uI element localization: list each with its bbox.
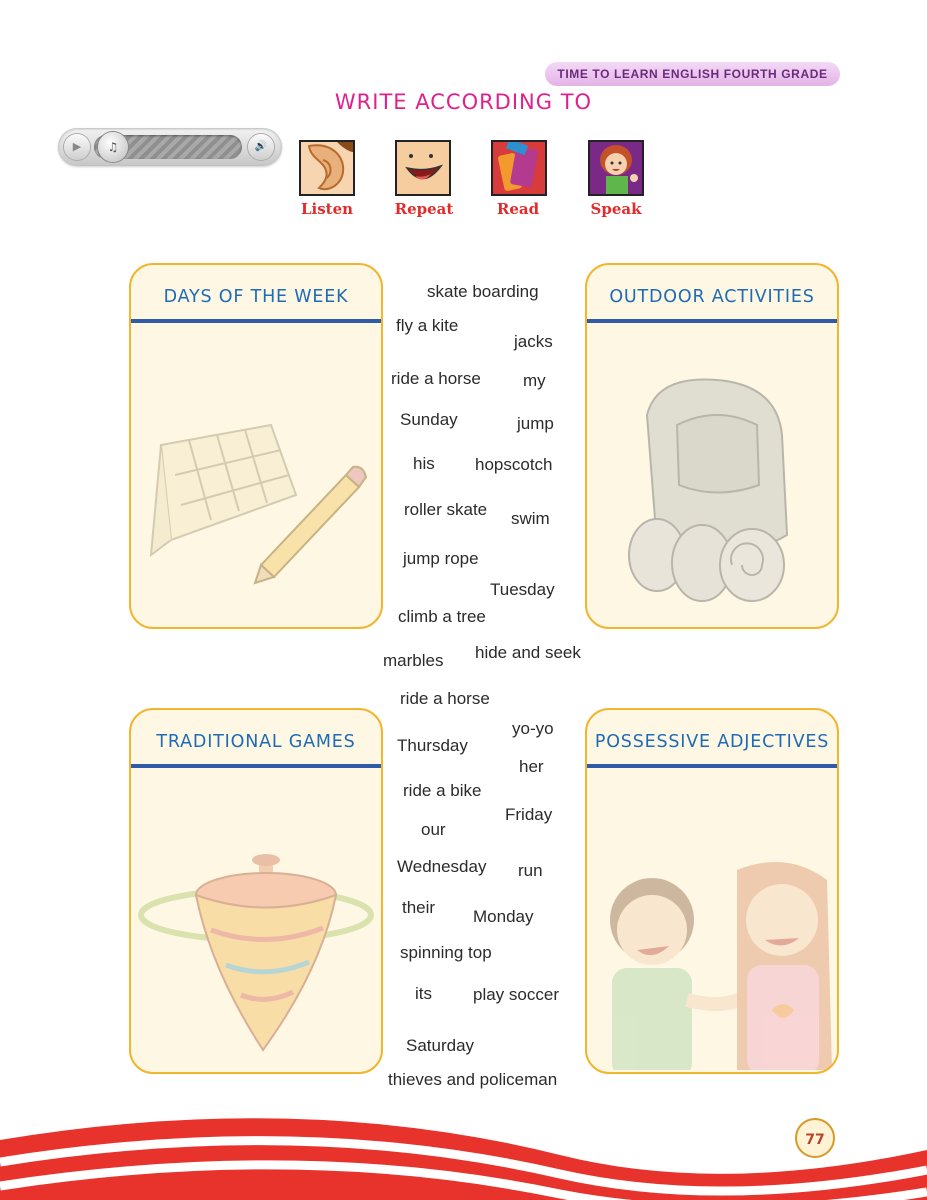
page-title: WRITE ACCORDING TO (334, 90, 593, 114)
play-icon[interactable]: ▶ (64, 134, 90, 160)
card-title: DAYS OF THE WEEK (163, 287, 349, 307)
card-divider (587, 319, 837, 323)
word-item: his (413, 454, 435, 473)
word-item: her (519, 757, 544, 776)
word-item: skate boarding (427, 282, 539, 301)
word-item: thieves and policeman (388, 1070, 558, 1089)
card-title: POSSESSIVE ADJECTIVES (594, 732, 830, 752)
word-item: Thursday (397, 736, 468, 755)
boy-girl-icon (587, 770, 837, 1072)
activity-label-listen: Listen (300, 200, 354, 218)
word-item: jacks (514, 332, 553, 351)
card-possessive-adjectives[interactable]: POSSESSIVE ADJECTIVES (585, 708, 839, 1074)
word-item: roller skate (404, 500, 488, 519)
mouth-icon (395, 140, 451, 196)
backpack-icon (587, 325, 837, 627)
card-days-of-the-week[interactable]: DAYS OF THE WEEK (129, 263, 383, 629)
activity-label-read: Read (496, 200, 540, 218)
card-title: OUTDOOR ACTIVITIES (609, 287, 815, 307)
activity-label-repeat: Repeat (394, 200, 454, 218)
ear-icon (299, 140, 355, 196)
card-divider (587, 764, 837, 768)
word-item: our (421, 820, 446, 839)
decorative-wave (0, 1118, 927, 1200)
word-item: its (415, 984, 432, 1003)
word-item: ride a bike (403, 781, 482, 800)
word-item: yo-yo (512, 719, 554, 738)
card-divider (131, 764, 381, 768)
book-title-badge: TIME TO LEARN ENGLISH FOURTH GRADE (545, 62, 840, 86)
word-item: play soccer (473, 985, 559, 1004)
word-item: run (518, 861, 543, 880)
card-divider (131, 319, 381, 323)
book-icon (491, 138, 547, 196)
word-item: hide and seek (475, 643, 581, 662)
audio-progress-knob[interactable]: ♫ (98, 132, 128, 162)
word-item: hopscotch (475, 455, 553, 474)
word-item: jump rope (403, 549, 479, 568)
card-title: TRADITIONAL GAMES (156, 732, 356, 752)
word-item: jump (517, 414, 554, 433)
volume-icon[interactable]: 🔊 (248, 134, 274, 160)
girl-speaking-icon (588, 140, 644, 196)
page-number: 77 (795, 1118, 835, 1158)
audio-player: ▶ ♫ 🔊 (58, 128, 282, 166)
card-traditional-games[interactable]: TRADITIONAL GAMES (129, 708, 383, 1074)
word-item: marbles (383, 651, 444, 670)
word-item: my (523, 371, 546, 390)
word-item: spinning top (400, 943, 492, 962)
spinning-top-icon (131, 770, 381, 1072)
word-item: Friday (505, 805, 553, 824)
card-outdoor-activities[interactable]: OUTDOOR ACTIVITIES (585, 263, 839, 629)
word-item: their (402, 898, 436, 917)
calendar-pencil-icon (131, 325, 381, 627)
activity-label-speak: Speak (590, 200, 642, 218)
word-item: Monday (473, 907, 534, 926)
word-item: Wednesday (397, 857, 487, 876)
word-item: fly a kite (396, 316, 459, 335)
word-item: Sunday (400, 410, 458, 429)
word-item: climb a tree (398, 607, 486, 626)
word-item: ride a horse (400, 689, 490, 708)
word-item: Tuesday (490, 580, 555, 599)
word-item: ride a horse (391, 369, 481, 388)
word-item: swim (511, 509, 550, 528)
word-item: Saturday (406, 1036, 475, 1055)
